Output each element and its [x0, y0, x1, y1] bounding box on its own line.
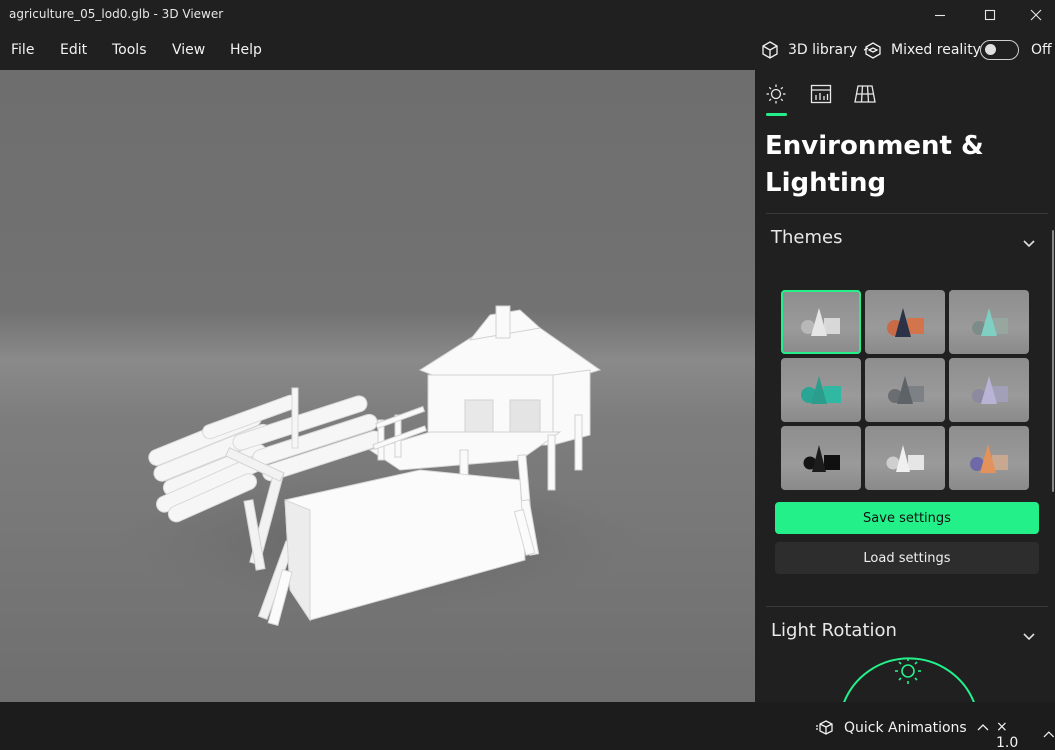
theme-option[interactable]	[781, 358, 861, 422]
theme-preview	[887, 308, 924, 337]
sun-icon	[766, 84, 786, 104]
light-sun-icon[interactable]	[895, 658, 921, 684]
menu-tools[interactable]: Tools	[112, 42, 147, 58]
minimize-icon	[935, 14, 945, 17]
menu-bar: File Edit Tools View Help 3D library Mix…	[0, 30, 1055, 70]
menu-help[interactable]: Help	[230, 42, 262, 58]
close-icon	[1030, 9, 1042, 21]
light-rotation-heading[interactable]: Light Rotation	[771, 620, 897, 641]
status-bar: Quick Animations × 1.0	[0, 702, 1055, 750]
speed-selector[interactable]: × 1.0	[996, 719, 1055, 750]
stats-icon	[810, 84, 832, 104]
theme-option[interactable]	[865, 358, 945, 422]
animation-cube-icon	[816, 720, 833, 735]
toggle-state-label: Off	[1031, 42, 1052, 58]
theme-preview	[972, 376, 1008, 404]
save-settings-button[interactable]: Save settings	[775, 502, 1039, 534]
theme-option[interactable]	[781, 290, 861, 354]
panel-title: Environment & Lighting	[765, 131, 984, 198]
divider	[766, 606, 1048, 607]
theme-option[interactable]	[865, 426, 945, 490]
light-rotation-chevron-icon[interactable]	[1022, 627, 1036, 641]
cube-icon	[762, 41, 778, 59]
theme-option[interactable]	[865, 290, 945, 354]
title-bar: agriculture_05_lod0.glb - 3D Viewer	[0, 0, 1055, 30]
theme-preview	[801, 376, 841, 404]
library-button[interactable]: 3D library	[760, 39, 857, 61]
theme-preview	[803, 445, 840, 472]
theme-preview	[886, 445, 924, 472]
theme-preview	[888, 376, 924, 404]
theme-preview	[801, 308, 840, 336]
maximize-button[interactable]	[967, 0, 1013, 30]
theme-option[interactable]	[949, 358, 1029, 422]
toggle-knob	[985, 44, 996, 55]
quick-animations-label: Quick Animations	[844, 720, 967, 736]
quick-animations-button[interactable]: Quick Animations	[816, 719, 989, 737]
mixed-reality-button[interactable]: Mixed reality	[863, 39, 981, 61]
theme-option[interactable]	[781, 426, 861, 490]
chevron-up-icon	[1043, 731, 1055, 738]
speed-label: × 1.0	[996, 719, 1019, 750]
theme-option[interactable]	[949, 426, 1029, 490]
maximize-icon	[984, 9, 996, 21]
divider	[766, 213, 1048, 214]
menu-view[interactable]: View	[172, 42, 205, 58]
tab-statistics[interactable]	[808, 82, 834, 106]
theme-preview	[972, 308, 1008, 336]
menu-edit[interactable]: Edit	[60, 42, 87, 58]
mixed-reality-label: Mixed reality	[891, 42, 981, 58]
light-rotation-dial[interactable]	[835, 655, 985, 702]
close-button[interactable]	[1013, 0, 1055, 30]
load-settings-button[interactable]: Load settings	[775, 542, 1039, 574]
3d-viewport[interactable]	[0, 70, 755, 702]
themes-chevron-icon[interactable]	[1022, 234, 1036, 248]
panel-scrollbar[interactable]	[1052, 230, 1054, 492]
environment-panel: Environment & Lighting Themes Save setti…	[755, 70, 1055, 702]
grid-icon	[854, 85, 876, 103]
theme-preview	[970, 444, 1008, 473]
minimize-button[interactable]	[917, 0, 963, 30]
model-render	[120, 305, 640, 626]
menu-file[interactable]: File	[11, 42, 34, 58]
mixed-reality-toggle[interactable]	[980, 40, 1019, 60]
window-title: agriculture_05_lod0.glb - 3D Viewer	[9, 7, 224, 21]
themes-heading[interactable]: Themes	[771, 227, 842, 248]
chevron-up-icon	[977, 724, 989, 731]
tab-environment[interactable]	[763, 82, 789, 106]
theme-option[interactable]	[949, 290, 1029, 354]
tab-grid[interactable]	[852, 82, 878, 106]
active-tab-indicator	[766, 113, 787, 116]
mixed-reality-icon	[863, 42, 881, 59]
themes-grid	[781, 290, 1031, 490]
library-label: 3D library	[788, 42, 858, 58]
